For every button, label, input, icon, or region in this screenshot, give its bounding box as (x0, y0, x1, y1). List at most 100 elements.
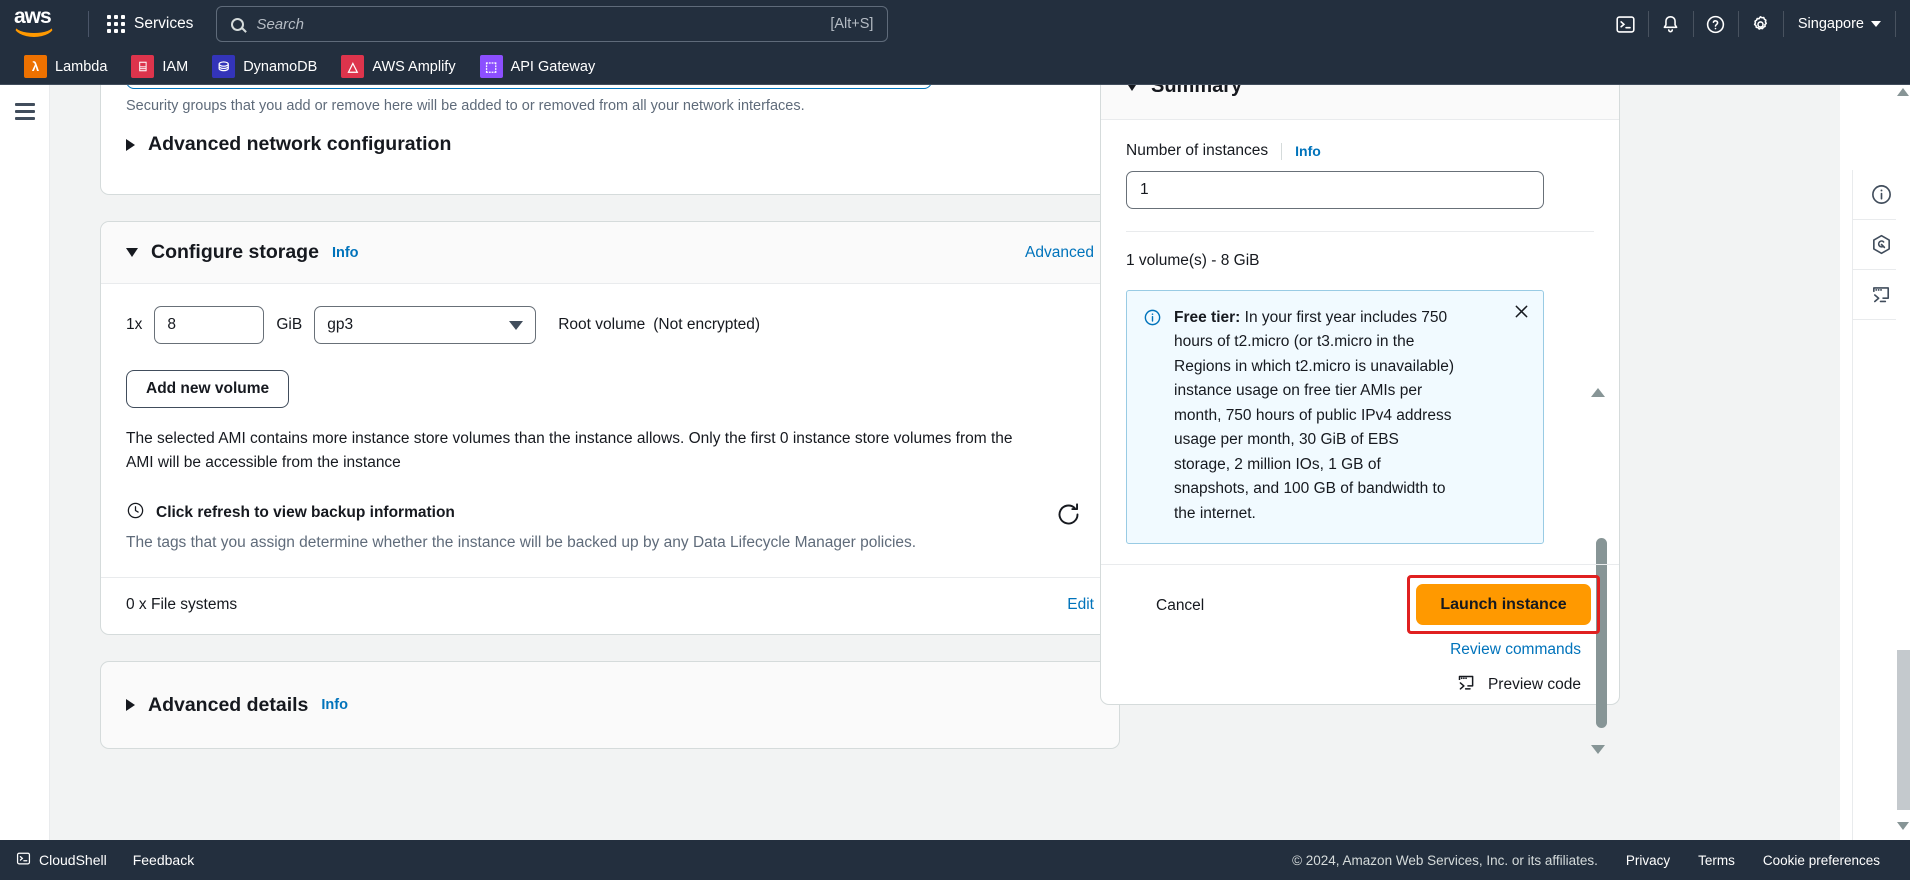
volume-type-value: gp3 (327, 316, 354, 333)
volume-row: 1x 8 GiB gp3 Root volume (Not encrypted) (126, 306, 1094, 344)
settings-gear-icon[interactable] (1739, 0, 1783, 48)
nav-divider (1895, 11, 1896, 37)
services-label: Services (134, 15, 194, 32)
favorite-lambda[interactable]: λ Lambda (14, 52, 117, 81)
volume-size-input[interactable]: 8 (154, 306, 265, 344)
favorite-dynamodb[interactable]: ⛁ DynamoDB (202, 52, 327, 81)
configure-storage-title: Configure storage (151, 241, 319, 263)
advanced-details-title: Advanced details (148, 693, 309, 716)
page-scroll-down-arrow[interactable] (1897, 822, 1909, 830)
region-selector[interactable]: Singapore (1784, 0, 1895, 48)
footer-cloudshell-button[interactable]: CloudShell (16, 851, 107, 869)
footer-feedback-button[interactable]: Feedback (133, 852, 194, 868)
advanced-details-toggle[interactable]: Advanced details Info (126, 694, 348, 717)
search-icon (231, 17, 245, 31)
file-systems-row: 0 x File systems Edit (101, 577, 1119, 634)
services-menu-button[interactable]: Services (99, 10, 201, 38)
number-of-instances-label-row: Number of instances Info (1126, 142, 1594, 160)
summary-header[interactable]: Summary (1101, 85, 1619, 120)
aws-logo-text: aws (14, 5, 52, 28)
aws-console-page: aws Services Search [Alt+S] Singapore λ … (0, 0, 1910, 880)
grid-menu-icon (107, 15, 125, 33)
lambda-icon: λ (24, 55, 47, 78)
preview-code-label: Preview code (1487, 676, 1581, 694)
cancel-button[interactable]: Cancel (1156, 597, 1204, 615)
page-scrollbar-thumb[interactable] (1897, 650, 1910, 810)
cloudshell-icon (16, 851, 31, 869)
free-tier-text: Free tier: In your first year includes 7… (1174, 306, 1454, 526)
backup-information-block: Click refresh to view backup information… (126, 501, 1094, 577)
instances-info-link[interactable]: Info (1295, 143, 1321, 159)
summary-scroll-up-arrow[interactable] (1591, 388, 1605, 397)
region-label: Singapore (1797, 16, 1864, 32)
summary-title: Summary (1151, 85, 1243, 97)
cloudshell-icon[interactable] (1604, 0, 1648, 48)
favorite-api-gateway[interactable]: ⬚ API Gateway (470, 52, 606, 81)
chevron-down-icon (126, 248, 138, 257)
footer-privacy-link[interactable]: Privacy (1626, 853, 1670, 868)
launch-instance-highlight: Launch instance (1407, 575, 1600, 635)
root-volume-label: Root volume (558, 316, 646, 333)
add-new-volume-button[interactable]: Add new volume (126, 370, 290, 408)
security-group-input[interactable] (126, 85, 932, 89)
file-systems-edit-link[interactable]: Edit (1067, 596, 1094, 614)
hamburger-menu-icon[interactable] (15, 103, 35, 124)
footer-terms-link[interactable]: Terms (1698, 853, 1735, 868)
favorite-label: AWS Amplify (372, 58, 456, 75)
favorite-label: IAM (162, 58, 189, 75)
storage-advanced-link[interactable]: Advanced (1025, 244, 1094, 262)
launch-wizard-main-column: Security groups that you add or remove h… (100, 85, 1120, 775)
advanced-details-card: Advanced details Info (100, 661, 1120, 750)
dynamodb-icon: ⛁ (212, 55, 236, 78)
volume-type-select[interactable]: gp3 (314, 306, 537, 344)
volumes-summary-line: 1 volume(s) - 8 GiB (1126, 231, 1594, 270)
help-question-icon[interactable] (1694, 0, 1738, 48)
footer-cookie-preferences-link[interactable]: Cookie preferences (1763, 853, 1880, 868)
configure-storage-card: Configure storage Info Advanced 1x 8 GiB… (100, 221, 1120, 636)
encryption-status: (Not encrypted) (653, 316, 761, 333)
footer-copyright: © 2024, Amazon Web Services, Inc. or its… (1292, 852, 1598, 868)
search-placeholder: Search (256, 15, 304, 33)
file-systems-label: 0 x File systems (126, 596, 238, 614)
label-separator (1281, 142, 1283, 160)
iam-icon: ⌸ (131, 55, 155, 78)
page-scroll-up-arrow[interactable] (1897, 88, 1909, 96)
content-scroll-area: Security groups that you add or remove h… (50, 85, 1840, 840)
clock-icon (126, 501, 145, 525)
review-commands-link[interactable]: Review commands (1450, 641, 1581, 659)
search-input[interactable]: Search [Alt+S] (216, 6, 889, 42)
favorite-aws-amplify[interactable]: △ AWS Amplify (331, 52, 465, 81)
search-shortcut-hint: [Alt+S] (830, 16, 874, 32)
free-tier-heading: Free tier: (1174, 309, 1241, 326)
amplify-icon: △ (341, 55, 365, 78)
chevron-down-icon (509, 320, 524, 330)
aws-logo[interactable]: aws (14, 5, 66, 41)
summary-panel: Summary Number of instances Info 1 1 vol… (1100, 85, 1620, 754)
launch-instance-button[interactable]: Launch instance (1416, 584, 1591, 626)
configure-storage-toggle[interactable]: Configure storage Info (126, 241, 359, 264)
backup-title-row: Click refresh to view backup information (126, 501, 1094, 525)
left-rail (0, 85, 50, 840)
summary-body: Number of instances Info 1 1 volume(s) -… (1101, 120, 1619, 754)
nav-divider (88, 11, 89, 37)
info-circle-icon (1143, 308, 1162, 526)
backup-title-text: Click refresh to view backup information (156, 504, 455, 522)
footer-left: CloudShell Feedback (16, 851, 194, 869)
storage-info-link[interactable]: Info (332, 245, 359, 261)
configure-storage-body: 1x 8 GiB gp3 Root volume (Not encrypted)… (101, 284, 1119, 634)
favorite-label: Lambda (55, 58, 108, 75)
refresh-backup-button[interactable] (1055, 501, 1082, 533)
summary-scroll-down-arrow[interactable] (1591, 745, 1605, 754)
free-tier-alert: Free tier: In your first year includes 7… (1126, 290, 1544, 545)
number-of-instances-input[interactable]: 1 (1126, 171, 1544, 209)
notifications-bell-icon[interactable] (1649, 0, 1693, 48)
favorites-bar: λ Lambda ⌸ IAM ⛁ DynamoDB △ AWS Amplify … (0, 48, 1910, 85)
preview-code-button[interactable]: Preview code (1456, 672, 1581, 698)
chevron-down-icon (1126, 85, 1138, 91)
advanced-details-info-link[interactable]: Info (321, 697, 348, 713)
close-icon[interactable] (1512, 302, 1531, 326)
network-settings-card: Security groups that you add or remove h… (100, 85, 1120, 195)
body-area: Security groups that you add or remove h… (0, 85, 1910, 880)
favorite-iam[interactable]: ⌸ IAM (121, 52, 198, 81)
advanced-network-configuration-toggle[interactable]: Advanced network configuration (126, 133, 451, 156)
